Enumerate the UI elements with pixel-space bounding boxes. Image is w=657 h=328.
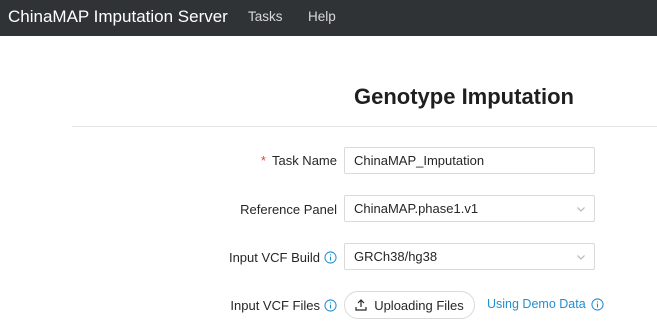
info-circle-icon[interactable] [324, 299, 337, 312]
input-vcf-build-select[interactable]: GRCh38/hg38 [344, 243, 595, 270]
demo-data-label[interactable]: Using Demo Data [487, 297, 586, 311]
reference-panel-label-text: Reference Panel [240, 202, 337, 217]
upload-files-label: Uploading Files [374, 297, 464, 313]
reference-panel-value: ChinaMAP.phase1.v1 [354, 201, 479, 216]
input-vcf-build-value: GRCh38/hg38 [354, 249, 438, 264]
title-divider [72, 126, 657, 127]
nav-link-tasks[interactable]: Tasks [248, 0, 283, 36]
chevron-down-icon [577, 255, 585, 260]
info-circle-icon[interactable] [324, 251, 337, 264]
input-vcf-files-label: Input VCF Files [230, 298, 337, 313]
top-navbar: ChinaMAP Imputation Server Tasks Help [0, 0, 657, 36]
reference-panel-label: Reference Panel [240, 202, 337, 217]
upload-files-button[interactable]: Uploading Files [344, 291, 475, 319]
task-name-label: * Task Name [261, 153, 337, 168]
brand-title[interactable]: ChinaMAP Imputation Server [8, 0, 228, 36]
use-demo-data-link[interactable]: Using Demo Data [487, 297, 604, 311]
page-title: Genotype Imputation [354, 84, 574, 109]
nav-link-help[interactable]: Help [308, 0, 336, 36]
reference-panel-select[interactable]: ChinaMAP.phase1.v1 [344, 195, 595, 222]
upload-icon [355, 299, 367, 311]
required-mark: * [260, 153, 266, 168]
task-name-input[interactable] [344, 147, 595, 174]
chevron-down-icon [577, 207, 585, 212]
info-circle-icon[interactable] [591, 297, 604, 311]
input-vcf-files-label-text: Input VCF Files [230, 298, 320, 313]
task-name-label-text: Task Name [271, 153, 337, 168]
input-vcf-build-label: Input VCF Build [229, 250, 337, 265]
input-vcf-build-label-text: Input VCF Build [228, 250, 320, 265]
